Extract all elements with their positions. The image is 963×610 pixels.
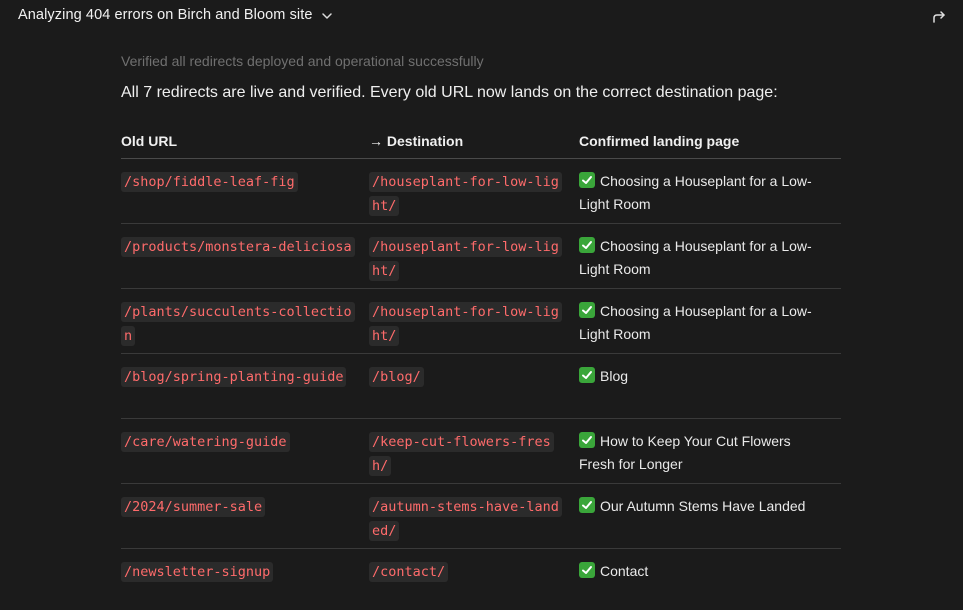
column-header-landing: Confirmed landing page	[579, 124, 841, 159]
table-row: /shop/fiddle-leaf-fig/houseplant-for-low…	[121, 158, 841, 224]
conversation-title: Analyzing 404 errors on Birch and Bloom …	[18, 7, 313, 23]
landing-page-cell: Blog	[579, 353, 841, 419]
table-row: /care/watering-guide/keep-cut-flowers-fr…	[121, 418, 841, 484]
landing-page-title: Choosing a Houseplant for a Low-Light Ro…	[579, 303, 812, 342]
table-row: /plants/succulents-collection/houseplant…	[121, 288, 841, 354]
destination-cell: /houseplant-for-low-light/	[369, 288, 579, 354]
destination-cell: /blog/	[369, 353, 579, 419]
old-url-cell: /shop/fiddle-leaf-fig	[121, 158, 369, 224]
destination-url-code: /contact/	[369, 562, 449, 582]
conversation-title-button[interactable]: Analyzing 404 errors on Birch and Bloom …	[18, 7, 333, 23]
share-arrow-icon	[933, 11, 945, 23]
message-content: Verified all redirects deployed and oper…	[121, 50, 841, 610]
landing-page-cell: Choosing a Houseplant for a Low-Light Ro…	[579, 288, 841, 354]
destination-url-code: /blog/	[369, 367, 424, 387]
check-mark-button-icon	[579, 497, 595, 513]
destination-url-code: /houseplant-for-low-light/	[369, 237, 562, 281]
share-button[interactable]	[931, 8, 947, 24]
landing-page-cell: How to Keep Your Cut Flowers Fresh for L…	[579, 418, 841, 484]
old-url-code: /newsletter-signup	[121, 562, 274, 582]
old-url-code: /products/monstera-deliciosa	[121, 237, 355, 257]
old-url-code: /blog/spring-planting-guide	[121, 367, 347, 387]
check-mark-button-icon	[579, 562, 595, 578]
conversation-page: Analyzing 404 errors on Birch and Bloom …	[0, 0, 963, 610]
old-url-cell: /2024/summer-sale	[121, 483, 369, 549]
landing-page-cell: Choosing a Houseplant for a Low-Light Ro…	[579, 158, 841, 224]
check-mark-button-icon	[579, 367, 595, 383]
destination-url-code: /houseplant-for-low-light/	[369, 302, 562, 346]
landing-page-title: Choosing a Houseplant for a Low-Light Ro…	[579, 173, 812, 212]
old-url-code: /2024/summer-sale	[121, 497, 266, 517]
landing-page-cell: Our Autumn Stems Have Landed	[579, 483, 841, 549]
check-mark-button-icon	[579, 302, 595, 318]
destination-cell: /contact/	[369, 548, 579, 610]
table-row: /2024/summer-sale/autumn-stems-have-land…	[121, 483, 841, 549]
landing-page-cell: Contact	[579, 548, 841, 610]
redirects-table: Old URL → Destination Confirmed landing …	[121, 124, 841, 610]
destination-cell: /autumn-stems-have-landed/	[369, 483, 579, 549]
status-line: Verified all redirects deployed and oper…	[121, 53, 484, 69]
destination-url-code: /autumn-stems-have-landed/	[369, 497, 562, 541]
landing-page-title: Blog	[600, 368, 629, 384]
landing-page-title: How to Keep Your Cut Flowers Fresh for L…	[579, 433, 791, 472]
table-header-row: Old URL → Destination Confirmed landing …	[121, 124, 841, 159]
old-url-cell: /products/monstera-deliciosa	[121, 223, 369, 289]
check-mark-button-icon	[579, 432, 595, 448]
destination-cell: /houseplant-for-low-light/	[369, 158, 579, 224]
table-row: /products/monstera-deliciosa/houseplant-…	[121, 223, 841, 289]
old-url-cell: /care/watering-guide	[121, 418, 369, 484]
destination-url-code: /keep-cut-flowers-fresh/	[369, 432, 554, 476]
old-url-code: /shop/fiddle-leaf-fig	[121, 172, 298, 192]
summary-text: All 7 redirects are live and verified. E…	[121, 84, 778, 101]
old-url-code: /care/watering-guide	[121, 432, 290, 452]
old-url-cell: /blog/spring-planting-guide	[121, 353, 369, 419]
column-header-old-url: Old URL	[121, 124, 369, 159]
column-header-destination: → Destination	[369, 124, 579, 159]
destination-cell: /keep-cut-flowers-fresh/	[369, 418, 579, 484]
destination-url-code: /houseplant-for-low-light/	[369, 172, 562, 216]
landing-page-cell: Choosing a Houseplant for a Low-Light Ro…	[579, 223, 841, 289]
check-mark-button-icon	[579, 172, 595, 188]
table-row: /blog/spring-planting-guide/blog/Blog	[121, 353, 841, 419]
old-url-cell: /newsletter-signup	[121, 548, 369, 610]
landing-page-title: Choosing a Houseplant for a Low-Light Ro…	[579, 238, 812, 277]
chevron-down-icon	[321, 9, 333, 21]
landing-page-title: Our Autumn Stems Have Landed	[600, 498, 806, 514]
header-bar: Analyzing 404 errors on Birch and Bloom …	[0, 0, 963, 34]
old-url-cell: /plants/succulents-collection	[121, 288, 369, 354]
check-mark-button-icon	[579, 237, 595, 253]
table-row: /newsletter-signup/contact/Contact	[121, 548, 841, 610]
old-url-code: /plants/succulents-collection	[121, 302, 355, 346]
landing-page-title: Contact	[600, 563, 649, 579]
table-body: /shop/fiddle-leaf-fig/houseplant-for-low…	[121, 158, 841, 610]
destination-cell: /houseplant-for-low-light/	[369, 223, 579, 289]
